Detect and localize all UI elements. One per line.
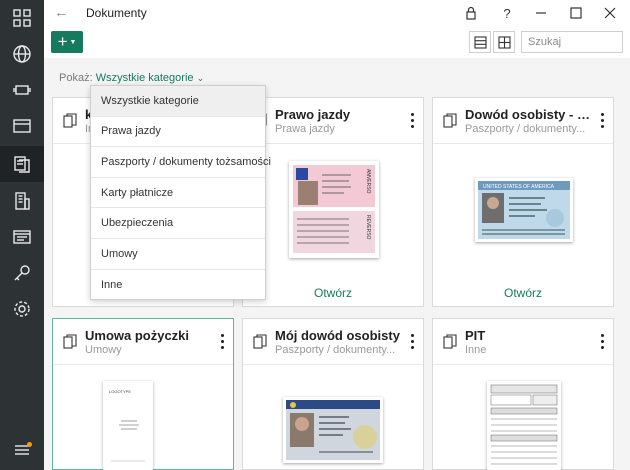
driving-license-thumbnail: ANVERSO REVERSO <box>289 161 379 258</box>
key-icon[interactable] <box>0 255 44 291</box>
webcam-icon[interactable] <box>0 72 44 108</box>
dropdown-item-other[interactable]: Inne <box>91 270 265 301</box>
more-options-icon[interactable] <box>599 332 605 350</box>
dashboard-icon[interactable] <box>0 0 44 36</box>
document-icon <box>253 334 267 350</box>
more-options-icon[interactable] <box>409 332 415 350</box>
list-view-button[interactable] <box>469 31 491 53</box>
license-front-label: ANVERSO <box>365 169 371 194</box>
dropdown-item-all[interactable]: Wszystkie kategorie <box>91 86 265 117</box>
settings-icon[interactable] <box>0 291 44 327</box>
document-card[interactable]: Umowa pożyczki Umowy LOGOTYPE <box>52 318 234 470</box>
card-subtitle: Prawa jazdy <box>275 123 335 135</box>
card-title: Umowa pożyczki <box>85 328 190 343</box>
card-subtitle: Paszporty / dokumenty... <box>275 344 396 356</box>
card-subtitle: Umowy <box>85 344 122 356</box>
dropdown-item-insurance[interactable]: Ubezpieczenia <box>91 208 265 239</box>
more-options-icon[interactable] <box>599 111 605 129</box>
card-title: PIT <box>465 328 486 343</box>
id-card-icon[interactable] <box>0 219 44 255</box>
filter-label: Pokaż: <box>59 72 93 84</box>
passport-header: UNITED STATES OF AMERICA <box>483 184 555 190</box>
chevron-down-icon: ⌄ <box>196 73 205 83</box>
category-filter[interactable]: Pokaż: Wszystkie kategorie ⌄ <box>59 72 204 84</box>
passport-card-thumbnail: UNITED STATES OF AMERICA <box>475 178 573 242</box>
dropdown-item-payment-cards[interactable]: Karty płatnicze <box>91 178 265 209</box>
card-title: Mój dowód osobisty <box>275 328 400 343</box>
notification-dot <box>27 442 32 447</box>
search-input[interactable] <box>521 31 623 53</box>
contract-thumbnail: LOGOTYPE <box>103 381 153 470</box>
add-document-button[interactable]: + ▼ <box>51 31 83 53</box>
back-arrow-icon[interactable]: ← <box>54 5 70 21</box>
document-icon <box>443 113 457 129</box>
plus-icon: + <box>57 32 68 51</box>
chevron-down-icon: ▼ <box>69 38 77 46</box>
card-title: Dowód osobisty - J... <box>465 107 590 122</box>
minimize-icon[interactable] <box>532 4 550 22</box>
open-link[interactable]: Otwórz <box>433 286 613 300</box>
grid-view-button[interactable] <box>493 31 515 53</box>
card-subtitle: Inne <box>465 344 487 356</box>
hamburger-menu-icon[interactable] <box>0 432 44 468</box>
help-icon[interactable]: ? <box>498 4 516 22</box>
card-subtitle: Paszporty / dokumenty... <box>465 123 586 135</box>
document-icon <box>63 334 77 350</box>
building-icon[interactable] <box>0 183 44 219</box>
open-link[interactable]: Otwórz <box>243 286 423 300</box>
license-back-label: REVERSO <box>365 215 371 240</box>
document-card[interactable]: PIT Inne <box>432 318 614 470</box>
dropdown-item-contracts[interactable]: Umowy <box>91 239 265 270</box>
dropdown-item-driving-licenses[interactable]: Prawa jazdy <box>91 117 265 148</box>
document-card[interactable]: Prawo jazdy Prawa jazdy ANVERSO REVERSO … <box>242 97 424 307</box>
more-options-icon[interactable] <box>219 332 225 350</box>
id-card-thumbnail <box>283 397 383 463</box>
document-card[interactable]: Mój dowód osobisty Paszporty / dokumenty… <box>242 318 424 470</box>
window-title: Dokumenty <box>86 6 147 20</box>
category-dropdown: Wszystkie kategorie Prawa jazdy Paszport… <box>90 85 271 301</box>
filter-value[interactable]: Wszystkie kategorie <box>96 72 194 84</box>
close-icon[interactable] <box>601 4 619 22</box>
document-icon <box>63 113 77 129</box>
globe-icon[interactable] <box>0 36 44 72</box>
tax-form-thumbnail <box>487 381 561 470</box>
payment-card-icon[interactable] <box>0 108 44 144</box>
contract-logotype: LOGOTYPE <box>109 389 131 394</box>
document-icon <box>443 334 457 350</box>
more-options-icon[interactable] <box>409 111 415 129</box>
lock-icon[interactable] <box>462 4 480 22</box>
left-sidebar <box>0 0 44 470</box>
card-title: Prawo jazdy <box>275 107 351 122</box>
documents-icon[interactable] <box>0 146 44 182</box>
dropdown-item-passports[interactable]: Paszporty / dokumenty tożsamości <box>91 147 271 178</box>
document-card[interactable]: Dowód osobisty - J... Paszporty / dokume… <box>432 97 614 307</box>
maximize-icon[interactable] <box>567 4 585 22</box>
